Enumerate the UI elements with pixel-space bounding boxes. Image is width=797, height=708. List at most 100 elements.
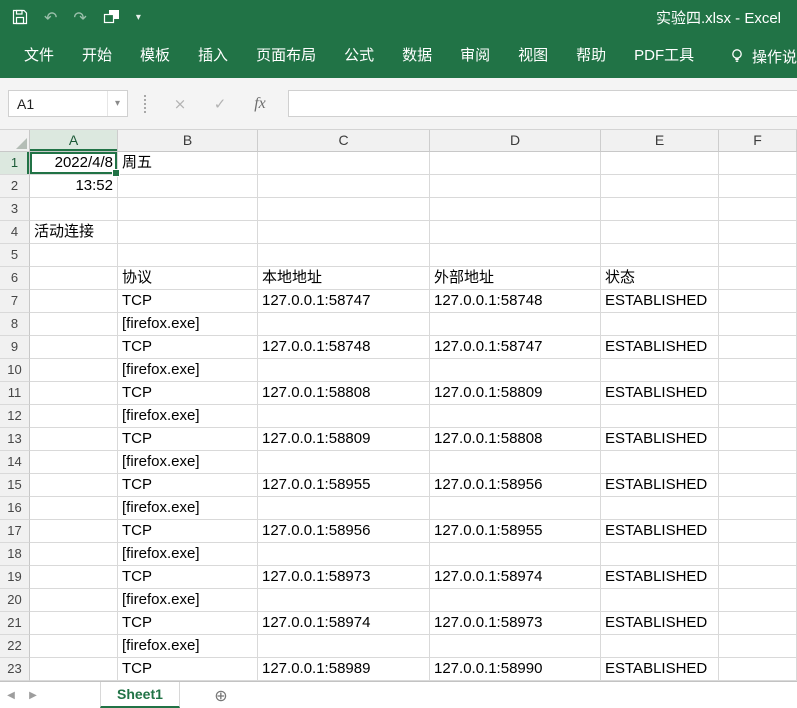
cell-B1[interactable]: 周五 [118, 152, 258, 175]
name-box[interactable]: A1 ▾ [8, 90, 128, 117]
cell-D23[interactable]: 127.0.0.1:58990 [430, 658, 601, 681]
cell-E23[interactable]: ESTABLISHED [601, 658, 719, 681]
cell-E3[interactable] [601, 198, 719, 221]
cell-D3[interactable] [430, 198, 601, 221]
cell-A8[interactable] [30, 313, 118, 336]
ribbon-tab-视图[interactable]: 视图 [504, 34, 562, 78]
row-header-6[interactable]: 6 [0, 267, 30, 290]
cell-E16[interactable] [601, 497, 719, 520]
cell-F22[interactable] [719, 635, 797, 658]
cell-C6[interactable]: 本地地址 [258, 267, 430, 290]
cell-A22[interactable] [30, 635, 118, 658]
cell-B21[interactable]: TCP [118, 612, 258, 635]
cell-F10[interactable] [719, 359, 797, 382]
cell-B8[interactable]: [firefox.exe] [118, 313, 258, 336]
column-header-B[interactable]: B [118, 130, 258, 151]
cell-A16[interactable] [30, 497, 118, 520]
cell-E13[interactable]: ESTABLISHED [601, 428, 719, 451]
cell-D17[interactable]: 127.0.0.1:58955 [430, 520, 601, 543]
cancel-button[interactable]: × [160, 95, 200, 113]
cell-C17[interactable]: 127.0.0.1:58956 [258, 520, 430, 543]
cell-E18[interactable] [601, 543, 719, 566]
cell-A10[interactable] [30, 359, 118, 382]
cell-C18[interactable] [258, 543, 430, 566]
row-header-3[interactable]: 3 [0, 198, 30, 221]
cell-C4[interactable] [258, 221, 430, 244]
ribbon-tab-审阅[interactable]: 审阅 [446, 34, 504, 78]
cell-C5[interactable] [258, 244, 430, 267]
name-box-dropdown-icon[interactable]: ▾ [107, 91, 127, 116]
cell-B15[interactable]: TCP [118, 474, 258, 497]
cell-D10[interactable] [430, 359, 601, 382]
cell-B2[interactable] [118, 175, 258, 198]
cell-F8[interactable] [719, 313, 797, 336]
cell-B17[interactable]: TCP [118, 520, 258, 543]
touch-mouse-mode-button[interactable] [103, 9, 120, 25]
cell-A18[interactable] [30, 543, 118, 566]
row-header-12[interactable]: 12 [0, 405, 30, 428]
cell-E17[interactable]: ESTABLISHED [601, 520, 719, 543]
cell-F17[interactable] [719, 520, 797, 543]
cell-C9[interactable]: 127.0.0.1:58748 [258, 336, 430, 359]
cell-D11[interactable]: 127.0.0.1:58809 [430, 382, 601, 405]
row-header-10[interactable]: 10 [0, 359, 30, 382]
ribbon-tab-模板[interactable]: 模板 [126, 34, 184, 78]
cell-B11[interactable]: TCP [118, 382, 258, 405]
cell-E12[interactable] [601, 405, 719, 428]
cell-F14[interactable] [719, 451, 797, 474]
cell-B22[interactable]: [firefox.exe] [118, 635, 258, 658]
cell-C13[interactable]: 127.0.0.1:58809 [258, 428, 430, 451]
column-header-C[interactable]: C [258, 130, 430, 151]
cell-C23[interactable]: 127.0.0.1:58989 [258, 658, 430, 681]
row-header-17[interactable]: 17 [0, 520, 30, 543]
cell-F19[interactable] [719, 566, 797, 589]
ribbon-tab-插入[interactable]: 插入 [184, 34, 242, 78]
row-header-11[interactable]: 11 [0, 382, 30, 405]
cell-A12[interactable] [30, 405, 118, 428]
cell-A9[interactable] [30, 336, 118, 359]
cell-C8[interactable] [258, 313, 430, 336]
cell-B5[interactable] [118, 244, 258, 267]
cell-D21[interactable]: 127.0.0.1:58973 [430, 612, 601, 635]
cell-D22[interactable] [430, 635, 601, 658]
cell-C22[interactable] [258, 635, 430, 658]
formula-bar-resize-grip[interactable] [144, 94, 146, 113]
cell-B3[interactable] [118, 198, 258, 221]
cell-C15[interactable]: 127.0.0.1:58955 [258, 474, 430, 497]
cell-D16[interactable] [430, 497, 601, 520]
cell-D4[interactable] [430, 221, 601, 244]
cell-F3[interactable] [719, 198, 797, 221]
ribbon-tab-公式[interactable]: 公式 [330, 34, 388, 78]
cell-D20[interactable] [430, 589, 601, 612]
cell-F20[interactable] [719, 589, 797, 612]
cell-B16[interactable]: [firefox.exe] [118, 497, 258, 520]
cell-F7[interactable] [719, 290, 797, 313]
cell-F9[interactable] [719, 336, 797, 359]
cell-B20[interactable]: [firefox.exe] [118, 589, 258, 612]
cell-A1[interactable]: 2022/4/8 [30, 152, 120, 177]
cell-B9[interactable]: TCP [118, 336, 258, 359]
cell-A11[interactable] [30, 382, 118, 405]
cell-D8[interactable] [430, 313, 601, 336]
cell-F4[interactable] [719, 221, 797, 244]
cell-D1[interactable] [430, 152, 601, 175]
cell-A23[interactable] [30, 658, 118, 681]
column-header-D[interactable]: D [430, 130, 601, 151]
cell-D15[interactable]: 127.0.0.1:58956 [430, 474, 601, 497]
enter-button[interactable]: ✓ [200, 95, 240, 113]
cell-F18[interactable] [719, 543, 797, 566]
cell-B23[interactable]: TCP [118, 658, 258, 681]
cell-E2[interactable] [601, 175, 719, 198]
cell-D7[interactable]: 127.0.0.1:58748 [430, 290, 601, 313]
cell-E15[interactable]: ESTABLISHED [601, 474, 719, 497]
prev-sheet-button[interactable]: ◀ [0, 682, 22, 708]
cell-E4[interactable] [601, 221, 719, 244]
cell-F5[interactable] [719, 244, 797, 267]
cell-A4[interactable]: 活动连接 [30, 221, 118, 244]
tell-me-button[interactable]: 操作说 [729, 46, 797, 67]
cell-A3[interactable] [30, 198, 118, 221]
cell-F16[interactable] [719, 497, 797, 520]
cell-E9[interactable]: ESTABLISHED [601, 336, 719, 359]
ribbon-tab-页面布局[interactable]: 页面布局 [242, 34, 330, 78]
cell-E5[interactable] [601, 244, 719, 267]
